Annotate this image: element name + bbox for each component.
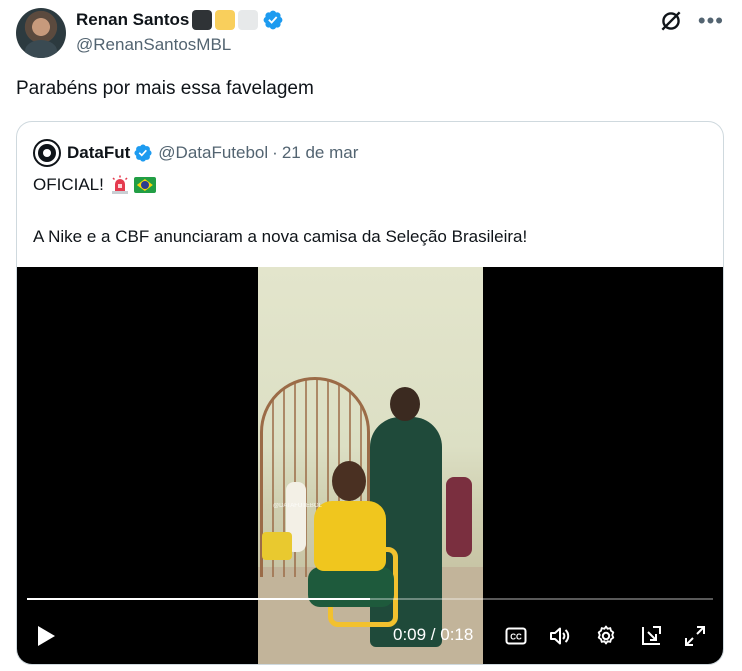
- separator-dot: ·: [272, 143, 278, 162]
- tweet-actions-top: •••: [658, 8, 724, 34]
- video-controls: 0:09 / 0:18 CC: [17, 618, 723, 654]
- siren-emoji-icon: [111, 175, 128, 194]
- fullscreen-icon[interactable]: [683, 624, 707, 648]
- quoted-display-name[interactable]: DataFut: [67, 143, 130, 163]
- quoted-avatar[interactable]: [33, 139, 61, 167]
- author-name-row: Renan Santos: [76, 9, 284, 31]
- quoted-tweet[interactable]: DataFut @DataFutebol · 21 de mar OFICIAL…: [16, 121, 724, 665]
- video-watermark: @DATAFUTEBOL: [273, 503, 322, 509]
- seated-person-pants: [308, 567, 394, 607]
- video-progress-bar[interactable]: [27, 598, 713, 600]
- avatar[interactable]: [16, 8, 66, 58]
- video-time: 0:09 / 0:18: [393, 625, 474, 644]
- picture-in-picture-icon[interactable]: [639, 624, 663, 648]
- tweet-text: Parabéns por mais essa favelagem: [16, 78, 314, 99]
- more-icon[interactable]: •••: [698, 10, 724, 32]
- video-player[interactable]: @DATAFUTEBOL 0:09 / 0:18 CC: [17, 267, 723, 664]
- soccer-ball-icon: [38, 144, 56, 162]
- seated-person-head: [332, 461, 366, 501]
- video-scene-speaker: [262, 532, 292, 560]
- author-display-name[interactable]: Renan Santos: [76, 10, 189, 30]
- quoted-date[interactable]: 21 de mar: [282, 143, 359, 163]
- quoted-header: DataFut @DataFutebol · 21 de mar: [33, 139, 358, 167]
- author-handle[interactable]: @RenanSantosMBL: [76, 35, 231, 55]
- video-progress-fill: [27, 598, 370, 600]
- quoted-line-1: OFICIAL!: [33, 175, 156, 195]
- brazil-flag-emoji-icon: [133, 177, 156, 193]
- grok-icon[interactable]: [658, 8, 684, 34]
- play-icon[interactable]: [35, 624, 57, 648]
- video-frame: @DATAFUTEBOL: [258, 267, 483, 664]
- svg-text:CC: CC: [510, 633, 522, 642]
- video-scene-bg-person: [446, 477, 472, 557]
- flag-square-1: [192, 10, 213, 30]
- flag-square-3: [238, 10, 259, 30]
- captions-icon[interactable]: CC: [504, 624, 528, 648]
- flag-square-2: [215, 10, 236, 30]
- verified-badge-icon[interactable]: [133, 143, 153, 163]
- quoted-line-2: A Nike e a CBF anunciaram a nova camisa …: [33, 227, 528, 246]
- quoted-handle[interactable]: @DataFutebol: [158, 143, 268, 163]
- gear-icon[interactable]: [594, 624, 618, 648]
- volume-icon[interactable]: [548, 624, 572, 648]
- seated-person-shirt: [314, 501, 386, 571]
- verified-badge-icon[interactable]: [262, 9, 284, 31]
- quoted-line-1-text: OFICIAL!: [33, 175, 104, 194]
